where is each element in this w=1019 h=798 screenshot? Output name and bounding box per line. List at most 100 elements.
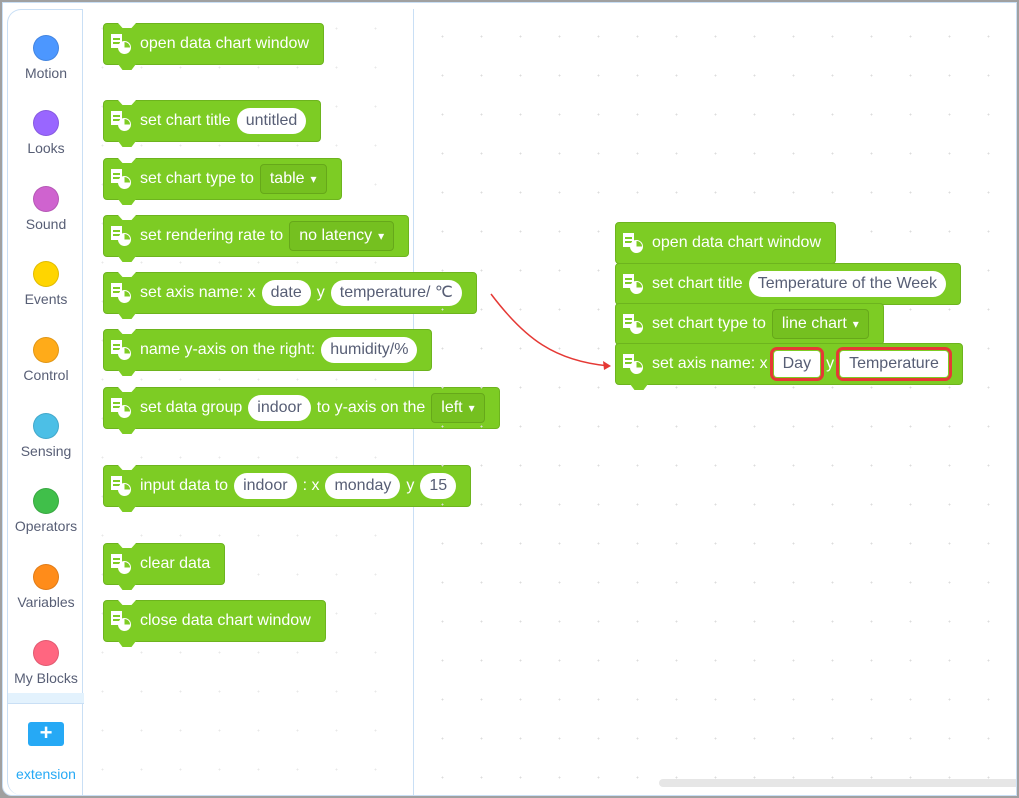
dropdown-arrow-icon: ▾ bbox=[310, 172, 317, 186]
dropdown-arrow-icon: ▾ bbox=[378, 229, 385, 243]
category-dot-icon bbox=[33, 564, 59, 590]
block-input-field[interactable]: monday bbox=[325, 473, 401, 499]
chart-extension-icon bbox=[622, 273, 644, 295]
dropdown-arrow-icon: ▾ bbox=[852, 317, 859, 331]
block-label: to y-axis on the bbox=[316, 399, 426, 416]
block-label: open data chart window bbox=[652, 234, 821, 251]
category-variables[interactable]: Variables bbox=[8, 564, 84, 610]
chart-extension-icon bbox=[110, 610, 132, 632]
chart-extension-icon bbox=[110, 397, 132, 419]
block-input-field[interactable]: untitled bbox=[236, 108, 307, 134]
pie-chart-icon bbox=[118, 118, 131, 131]
block-input-field[interactable]: indoor bbox=[248, 395, 311, 421]
category-operators[interactable]: Operators bbox=[8, 488, 84, 534]
category-my-blocks[interactable]: My Blocks bbox=[8, 640, 84, 686]
block-input-field[interactable]: Temperature of the Week bbox=[748, 271, 947, 297]
code-block[interactable]: name y-axis on the right: humidity/% bbox=[103, 329, 433, 371]
script-workspace[interactable]: open data chart window set chart title Tem… bbox=[415, 9, 1016, 795]
category-sidebar: Motion Looks Sound Events Control Sensing Oper… bbox=[7, 9, 84, 795]
chart-extension-icon bbox=[110, 475, 132, 497]
block-label: set chart type to bbox=[652, 315, 766, 332]
category-events[interactable]: Events bbox=[8, 261, 84, 307]
block-label: set chart type to bbox=[140, 170, 254, 187]
category-label: Looks bbox=[27, 140, 65, 156]
code-block[interactable]: set chart type to table ▾ bbox=[103, 158, 342, 200]
code-block[interactable]: set chart title Temperature of the Week bbox=[615, 263, 962, 305]
pie-chart-icon bbox=[118, 41, 131, 54]
code-block[interactable]: set axis name: x Day y Temperature bbox=[615, 343, 963, 385]
extension-band bbox=[8, 693, 84, 704]
block-label: open data chart window bbox=[140, 35, 309, 52]
chart-extension-icon bbox=[622, 232, 644, 254]
category-dot-icon bbox=[33, 110, 59, 136]
block-label: y bbox=[826, 355, 835, 372]
category-label: My Blocks bbox=[14, 670, 78, 686]
pie-chart-icon bbox=[630, 240, 643, 253]
block-label: y bbox=[316, 284, 325, 301]
pie-chart-icon bbox=[118, 233, 131, 246]
chart-extension-icon bbox=[110, 339, 132, 361]
code-block[interactable]: open data chart window bbox=[615, 222, 836, 264]
category-dot-icon bbox=[33, 488, 59, 514]
extension-button[interactable]: + extension bbox=[8, 722, 84, 783]
block-input-field[interactable]: humidity/% bbox=[321, 337, 418, 363]
category-label: Events bbox=[24, 291, 68, 307]
category-label: Variables bbox=[17, 594, 75, 610]
block-label: : x bbox=[302, 477, 320, 494]
block-dropdown[interactable]: line chart ▾ bbox=[771, 309, 869, 339]
code-block[interactable]: set rendering rate to no latency ▾ bbox=[103, 215, 410, 257]
pie-chart-icon bbox=[118, 483, 131, 496]
block-input-field[interactable]: Day bbox=[769, 347, 825, 381]
block-label: set rendering rate to bbox=[140, 227, 284, 244]
block-label: input data to bbox=[140, 477, 229, 494]
block-input-field[interactable]: Temperature bbox=[836, 347, 952, 381]
block-label: set axis name: x bbox=[140, 284, 256, 301]
block-label: close data chart window bbox=[140, 612, 311, 629]
category-sensing[interactable]: Sensing bbox=[8, 413, 84, 459]
block-label: y bbox=[406, 477, 415, 494]
chart-extension-icon bbox=[110, 282, 132, 304]
block-label: set chart title bbox=[652, 275, 743, 292]
chart-extension-icon bbox=[110, 168, 132, 190]
block-input-field[interactable]: date bbox=[261, 280, 311, 306]
pie-chart-icon bbox=[630, 361, 643, 374]
category-dot-icon bbox=[33, 337, 59, 363]
category-label: Sensing bbox=[20, 443, 72, 459]
block-label: set data group bbox=[140, 399, 243, 416]
pie-chart-icon bbox=[118, 405, 131, 418]
code-block[interactable]: set chart title untitled bbox=[103, 100, 322, 142]
pie-chart-icon bbox=[118, 290, 131, 303]
category-label: Motion bbox=[24, 65, 68, 81]
code-block[interactable]: close data chart window bbox=[103, 600, 326, 642]
pie-chart-icon bbox=[118, 618, 131, 631]
block-palette: open data chart window set chart title unt… bbox=[83, 9, 500, 795]
extension-label: extension bbox=[16, 766, 76, 782]
block-label: set chart title bbox=[140, 112, 231, 129]
category-dot-icon bbox=[33, 261, 59, 287]
category-looks[interactable]: Looks bbox=[8, 110, 84, 156]
category-motion[interactable]: Motion bbox=[8, 35, 84, 81]
category-label: Operators bbox=[14, 518, 78, 534]
category-dot-icon bbox=[33, 186, 59, 212]
category-dot-icon bbox=[33, 35, 59, 61]
block-input-field[interactable]: indoor bbox=[234, 473, 297, 499]
category-sound[interactable]: Sound bbox=[8, 186, 84, 232]
category-control[interactable]: Control bbox=[8, 337, 84, 383]
category-label: Sound bbox=[25, 216, 67, 232]
block-label: name y-axis on the right: bbox=[140, 341, 316, 358]
pie-chart-icon bbox=[630, 281, 643, 294]
code-block[interactable]: clear data bbox=[103, 543, 226, 585]
code-block[interactable]: open data chart window bbox=[103, 23, 324, 65]
chart-extension-icon bbox=[110, 553, 132, 575]
dropdown-value: no latency bbox=[299, 227, 373, 244]
dropdown-value: line chart bbox=[781, 315, 847, 332]
pie-chart-icon bbox=[118, 347, 131, 360]
block-dropdown[interactable]: table ▾ bbox=[259, 164, 327, 194]
block-dropdown[interactable]: no latency ▾ bbox=[289, 221, 395, 251]
category-dot-icon bbox=[33, 413, 59, 439]
chart-extension-icon bbox=[622, 353, 644, 375]
code-block[interactable]: set chart type to line chart ▾ bbox=[615, 303, 884, 345]
horizontal-scrollbar[interactable] bbox=[659, 779, 1016, 787]
arrow-line bbox=[490, 293, 610, 367]
chart-extension-icon bbox=[110, 110, 132, 132]
